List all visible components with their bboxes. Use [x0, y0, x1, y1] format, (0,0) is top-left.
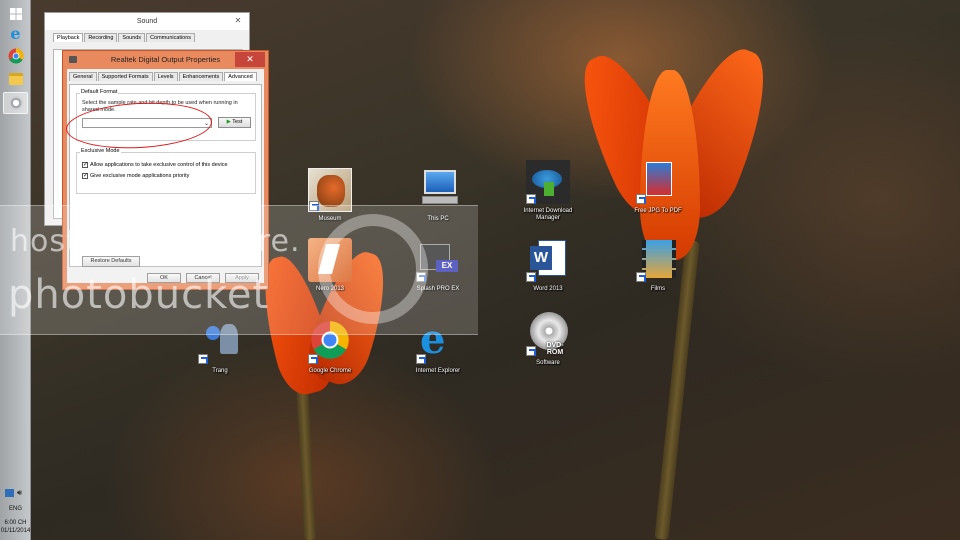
speaker-icon [69, 56, 77, 63]
exclusive-mode-title: Exclusive Mode [80, 148, 121, 154]
network-icon[interactable] [5, 489, 14, 497]
tab-recording[interactable]: Recording [84, 33, 118, 42]
tab-communications[interactable]: Communications [146, 33, 196, 42]
speaker-settings-icon [8, 96, 23, 110]
checkbox-checked-icon [82, 172, 88, 179]
taskbar-ie-button[interactable]: e [3, 22, 28, 44]
exclusive-mode-group: Exclusive Mode Allow applications to tak… [76, 148, 256, 194]
idm-icon [526, 160, 570, 204]
checkbox-checked-icon [82, 161, 88, 168]
taskbar-chrome-button[interactable] [3, 45, 28, 67]
tab-playback[interactable]: Playback [53, 33, 84, 42]
sound-close-button[interactable]: ✕ [231, 15, 245, 27]
desktop-icon-films[interactable]: Films [628, 238, 688, 293]
tab-general[interactable]: General [69, 72, 97, 81]
jpg-pdf-icon [636, 160, 680, 204]
realtek-tabs: General Supported Formats Levels Enhance… [67, 69, 264, 81]
word-icon: W [526, 238, 570, 282]
watermark-line-2: photobucket [8, 272, 270, 318]
tab-supported-formats[interactable]: Supported Formats [97, 72, 153, 81]
realtek-close-button[interactable]: ✕ [235, 52, 265, 67]
desktop-icon-idm[interactable]: Internet Download Manager [518, 160, 578, 222]
watermark-logo-icon [318, 214, 428, 324]
folder-icon [8, 73, 23, 85]
test-button[interactable]: ▶ Test [218, 117, 251, 128]
clock-date[interactable]: 01/11/2014 [0, 528, 31, 534]
test-button-label: Test [232, 119, 243, 125]
default-format-title: Default Format [80, 89, 119, 95]
exclusive-priority-checkbox[interactable]: Give exclusive mode applications priorit… [82, 172, 189, 179]
sound-window-title: Sound [45, 13, 249, 30]
tab-levels[interactable]: Levels [153, 72, 178, 81]
taskbar-explorer-button[interactable] [3, 68, 28, 90]
taskbar-sound-button[interactable] [3, 92, 28, 114]
language-indicator[interactable]: ENG [0, 506, 31, 512]
watermark-band: host. store. share. photobucket [0, 205, 478, 335]
windows-logo-icon [9, 8, 22, 20]
volume-icon[interactable]: 🔊︎ [17, 488, 22, 498]
exclusive-control-checkbox[interactable]: Allow applications to take exclusive con… [82, 161, 228, 168]
clock-time[interactable]: 6:00 CH [0, 520, 31, 526]
desktop-icon-word[interactable]: W Word 2013 [518, 238, 578, 293]
films-icon [636, 238, 680, 282]
play-icon: ▶ [226, 119, 231, 125]
tab-sounds[interactable]: Sounds [118, 33, 146, 42]
chrome-icon [8, 48, 24, 64]
dvd-icon: DVD-ROM [526, 312, 570, 356]
ie-icon: e [10, 23, 21, 43]
tab-advanced[interactable]: Advanced [224, 72, 257, 81]
desktop-icon-software[interactable]: DVD-ROM Software [518, 312, 578, 367]
watermark-line-1: host. store. share. [10, 224, 301, 259]
tab-enhancements[interactable]: Enhancements [178, 72, 224, 81]
sound-tabs: Playback Recording Sounds Communications [45, 33, 249, 42]
desktop-icon-jpg-to-pdf[interactable]: Free JPG To PDF [628, 160, 688, 215]
tulip-stem [295, 379, 317, 540]
